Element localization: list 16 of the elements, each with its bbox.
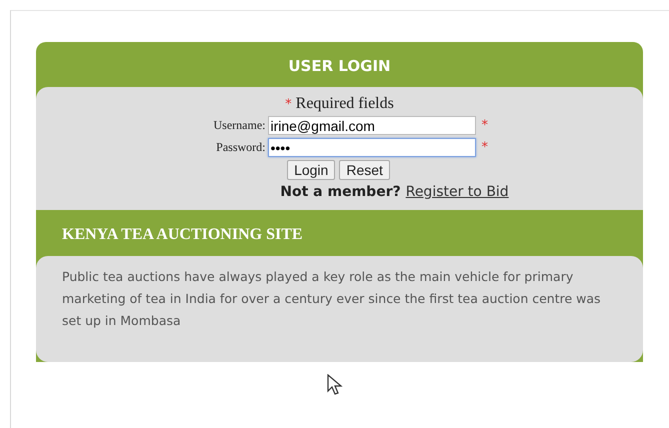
description-text: Public tea auctions have always played a key role as the main vehicle for primary marketing of tea in India for over a century ever since the first tea auction centre was set up in Mombasa: [62, 268, 602, 330]
panel-title: USER LOGIN: [287, 56, 392, 77]
input-field[interactable]: irine@gmail.com: [268, 116, 476, 135]
required-note: Required fields: [296, 95, 394, 113]
form-button[interactable]: Reset: [339, 160, 390, 180]
required-mark: *: [480, 118, 489, 133]
required-mark: *: [285, 96, 292, 112]
required-mark: *: [480, 140, 489, 155]
field-label: Username:: [212, 118, 266, 133]
form-button[interactable]: Login: [287, 160, 336, 180]
section-title: KENYA TEA AUCTIONING SITE: [61, 225, 304, 245]
member-prompt: Not a member?: [280, 184, 401, 200]
cursor-icon: [326, 374, 342, 396]
input-field[interactable]: ••••: [268, 138, 476, 157]
field-label: Password:: [215, 140, 266, 155]
register-link[interactable]: Register to Bid: [406, 184, 509, 200]
